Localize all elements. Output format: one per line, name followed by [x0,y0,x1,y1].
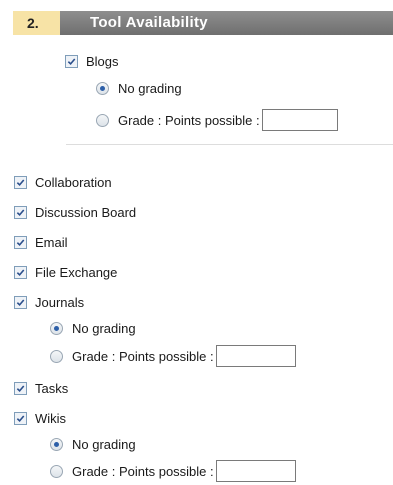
blogs-no-grading-radio[interactable] [96,81,109,95]
checkmark-icon [16,384,25,392]
wikis-points-input[interactable] [215,460,296,482]
wikis-no-grading-radio[interactable] [50,437,63,451]
tasks-row: Tasks [14,379,68,397]
journals-points-input[interactable] [215,345,296,367]
checkmark-icon [16,298,25,306]
blogs-grade-radio[interactable] [96,113,109,127]
step-number: 2. [13,11,60,35]
checkmark-icon [16,268,25,276]
collaboration-label: Collaboration [35,174,112,190]
file-exchange-checkbox[interactable] [14,265,27,279]
blogs-grade-row: Grade : Points possible : [96,108,338,132]
checkmark-icon [16,414,25,422]
step-title: Tool Availability [60,11,393,35]
wikis-row: Wikis [14,409,66,427]
radio-selected-dot [100,85,105,91]
checkmark-icon [67,57,76,65]
checkmark-icon [16,178,25,186]
wikis-no-grading-label: No grading [72,436,136,452]
tasks-checkbox[interactable] [14,381,27,395]
journals-label: Journals [35,294,85,310]
blogs-checkbox[interactable] [65,54,78,68]
collaboration-checkbox[interactable] [14,175,27,189]
journals-grade-row: Grade : Points possible : [50,344,296,368]
wikis-grade-label: Grade : Points possible : [72,463,214,479]
file-exchange-label: File Exchange [35,264,118,280]
radio-selected-dot [54,441,59,447]
email-checkbox[interactable] [14,235,27,249]
radio-selected-dot [54,325,59,331]
blogs-grade-label: Grade : Points possible : [118,112,260,128]
wikis-no-grading-row: No grading [50,435,136,453]
blogs-row: Blogs [65,52,119,70]
journals-grade-label: Grade : Points possible : [72,348,214,364]
journals-no-grading-row: No grading [50,319,136,337]
wikis-grade-row: Grade : Points possible : [50,459,296,483]
wikis-grade-radio[interactable] [50,464,63,478]
discussion-board-label: Discussion Board [35,204,137,220]
journals-checkbox[interactable] [14,295,27,309]
journals-no-grading-radio[interactable] [50,321,63,335]
file-exchange-row: File Exchange [14,263,117,281]
journals-row: Journals [14,293,84,311]
blogs-label: Blogs [86,53,119,69]
section-divider [66,144,393,145]
email-label: Email [35,234,68,250]
collaboration-row: Collaboration [14,173,112,191]
discussion-board-checkbox[interactable] [14,205,27,219]
journals-no-grading-label: No grading [72,320,136,336]
wikis-checkbox[interactable] [14,411,27,425]
blogs-no-grading-row: No grading [96,79,182,97]
step-header: 2. Tool Availability [13,11,393,35]
email-row: Email [14,233,68,251]
checkmark-icon [16,208,25,216]
journals-grade-radio[interactable] [50,349,63,363]
checkmark-icon [16,238,25,246]
wikis-label: Wikis [35,410,67,426]
discussion-board-row: Discussion Board [14,203,136,221]
tasks-label: Tasks [35,380,69,396]
blogs-points-input[interactable] [261,109,338,131]
blogs-no-grading-label: No grading [118,80,182,96]
